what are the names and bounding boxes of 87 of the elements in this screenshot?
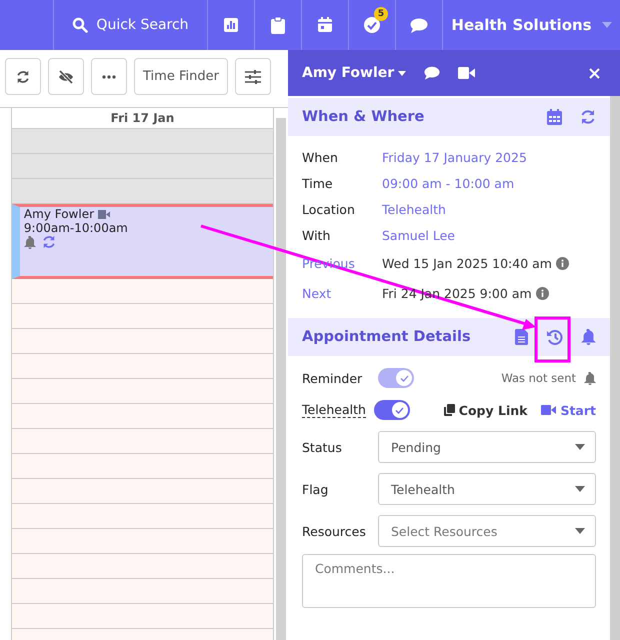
- video-camera-icon[interactable]: [458, 67, 476, 79]
- field-label: With: [302, 228, 332, 242]
- time-slot[interactable]: [12, 329, 274, 354]
- close-icon[interactable]: [589, 68, 600, 78]
- section-title: When & Where: [302, 109, 424, 125]
- calendar-icon: [317, 17, 333, 33]
- speech-bubble-icon[interactable]: [424, 66, 440, 80]
- notification-badge: 5: [374, 7, 388, 21]
- time-slot[interactable]: [12, 454, 274, 479]
- caret-icon: [575, 444, 585, 450]
- highlight-box: [534, 316, 570, 362]
- video-camera-icon: [541, 405, 556, 415]
- time-slot[interactable]: [12, 479, 274, 504]
- field-value[interactable]: 09:00 am - 10:00 am: [382, 176, 514, 190]
- appointment-name: Amy Fowler: [24, 207, 94, 221]
- field-value[interactable]: Friday 17 January 2025: [382, 150, 527, 164]
- document-icon[interactable]: [515, 329, 528, 345]
- search-icon: [72, 17, 88, 33]
- refresh-icon: [16, 70, 30, 84]
- time-slot[interactable]: [12, 279, 274, 304]
- time-slot[interactable]: [12, 554, 274, 579]
- scrollbar[interactable]: [610, 96, 620, 640]
- telehealth-label: Telehealth: [302, 402, 366, 418]
- check-circle-icon: [363, 16, 381, 34]
- field-label: When: [302, 150, 339, 164]
- time-slot[interactable]: [12, 604, 274, 629]
- organization-dropdown[interactable]: Health Solutions: [443, 0, 620, 50]
- hide-button[interactable]: [48, 58, 84, 95]
- info-icon[interactable]: [536, 286, 549, 300]
- bell-icon[interactable]: [581, 329, 596, 345]
- time-slot[interactable]: [12, 579, 274, 604]
- caret-icon: [602, 22, 612, 28]
- field-label: Location: [302, 202, 356, 216]
- time-slot[interactable]: [12, 154, 274, 179]
- ellipsis-icon: [102, 74, 116, 78]
- reminder-label: Reminder: [302, 370, 364, 386]
- quick-search-button[interactable]: Quick Search: [54, 0, 208, 50]
- appointment-time: 9:00am-10:00am: [24, 221, 129, 235]
- telehealth-toggle[interactable]: [374, 400, 410, 420]
- history-icon[interactable]: [546, 329, 563, 345]
- eye-slash-icon: [58, 70, 74, 84]
- reminder-status: Was not sent: [501, 371, 576, 385]
- caret-icon: [575, 528, 585, 534]
- comments-field[interactable]: Comments...: [302, 554, 596, 608]
- patient-name-dropdown[interactable]: Amy Fowler: [302, 65, 406, 81]
- speech-bubble-icon: [410, 18, 428, 32]
- appointment-link[interactable]: Next: [302, 286, 382, 300]
- appointment-date: Wed 15 Jan 2025 10:40 am: [382, 256, 552, 270]
- time-slot[interactable]: [12, 504, 274, 529]
- field-value[interactable]: Samuel Lee: [382, 228, 455, 242]
- bar-chart-icon: [223, 17, 239, 33]
- time-slot[interactable]: [12, 179, 274, 204]
- field-label: Resources: [302, 524, 367, 538]
- copy-icon: [444, 404, 455, 416]
- filter-button[interactable]: [234, 58, 271, 95]
- select-field[interactable]: Pending: [378, 431, 596, 463]
- time-slot[interactable]: [12, 429, 274, 454]
- time-slot[interactable]: [12, 304, 274, 329]
- select-field[interactable]: Select Resources: [378, 515, 596, 547]
- caret-icon: [398, 70, 406, 76]
- clipboard-icon: [271, 16, 285, 34]
- field-label: Time: [302, 176, 334, 190]
- check-icon: [400, 374, 408, 382]
- check-icon: [395, 406, 404, 414]
- time-slot[interactable]: [12, 404, 274, 429]
- time-slot[interactable]: [12, 354, 274, 379]
- start-call-button[interactable]: Start: [541, 402, 596, 418]
- more-button[interactable]: [91, 58, 127, 95]
- info-icon[interactable]: [556, 256, 569, 270]
- time-finder-button[interactable]: Time Finder: [134, 58, 228, 95]
- refresh-icon[interactable]: [580, 109, 596, 125]
- calendar-icon[interactable]: [547, 109, 562, 125]
- field-label: Flag: [302, 482, 330, 496]
- section-title: Appointment Details: [302, 329, 471, 345]
- select-field[interactable]: Telehealth: [378, 473, 596, 505]
- field-label: Status: [302, 440, 343, 454]
- copy-link-button[interactable]: Copy Link: [444, 402, 528, 418]
- time-slot[interactable]: [12, 529, 274, 554]
- caret-icon: [575, 486, 585, 492]
- sliders-icon: [244, 70, 261, 84]
- bell-icon: [584, 372, 596, 384]
- appointment-block[interactable]: Amy Fowler 9:00am-10:00am: [12, 204, 274, 279]
- refresh-button[interactable]: [5, 58, 41, 95]
- scrollbar[interactable]: [276, 118, 286, 640]
- time-slot[interactable]: [12, 379, 274, 404]
- time-slot[interactable]: [12, 129, 274, 154]
- field-value[interactable]: Telehealth: [382, 202, 446, 216]
